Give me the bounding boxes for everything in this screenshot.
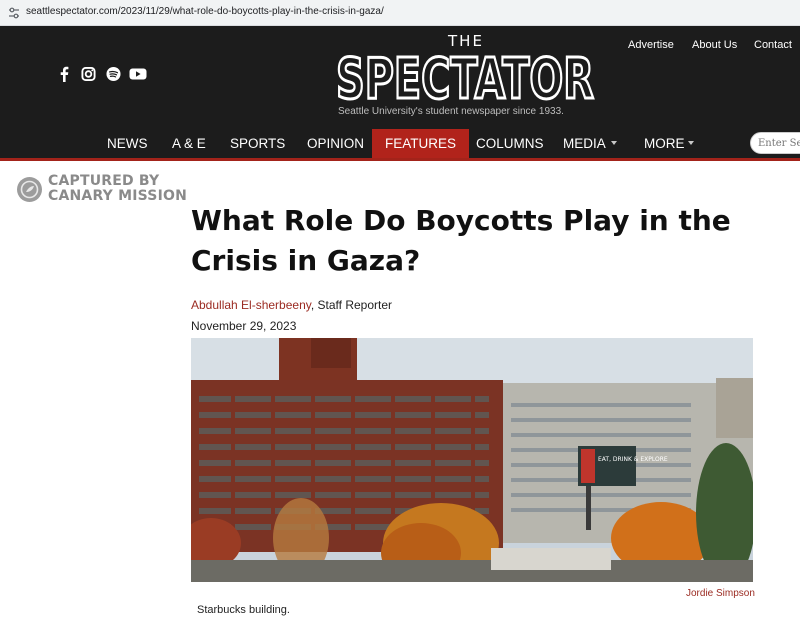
nav-opinion[interactable]: OPINION: [305, 129, 366, 158]
badge-line-2: CANARY MISSION: [48, 188, 187, 204]
canary-mission-logo-icon: [17, 177, 42, 202]
about-us-link[interactable]: About Us: [692, 39, 737, 51]
author-link[interactable]: Abdullah El-sherbeeny: [191, 298, 311, 312]
site-info-icon[interactable]: [7, 6, 21, 20]
billboard-text: EAT, DRINK & EXPLORE: [598, 456, 668, 463]
contact-link[interactable]: Contact: [754, 39, 792, 51]
article-title-line-1: What Role Do Boycotts Play in the: [191, 204, 731, 237]
nav-ae[interactable]: A & E: [170, 129, 208, 158]
advertise-link[interactable]: Advertise: [628, 39, 674, 51]
instagram-icon[interactable]: [81, 66, 96, 82]
nav-sports[interactable]: SPORTS: [228, 129, 287, 158]
nav-features[interactable]: FEATURES: [372, 129, 470, 158]
article-title: What Role Do Boycotts Play in the Crisis…: [191, 201, 781, 281]
nav-columns[interactable]: COLUMNS: [474, 129, 546, 158]
author-role: , Staff Reporter: [310, 298, 393, 312]
site-logo[interactable]: SPECTATOR: [330, 48, 600, 108]
photo-credit[interactable]: Jordie Simpson: [686, 588, 755, 599]
search-input[interactable]: [750, 132, 800, 154]
tagline: Seattle University's student newspaper s…: [338, 106, 564, 117]
article-title-line-2: Crisis in Gaza?: [191, 244, 421, 277]
more-chevron-down-icon[interactable]: [688, 141, 694, 145]
main-nav: NEWS A & E SPORTS OPINION FEATURES COLUM…: [0, 129, 800, 158]
youtube-icon[interactable]: [129, 66, 147, 82]
nav-news[interactable]: NEWS: [105, 129, 150, 158]
article-photo[interactable]: EAT, DRINK & EXPLORE: [191, 338, 753, 582]
byline: Abdullah El-sherbeeny, Staff Reporter: [191, 298, 392, 312]
logo-wordmark: SPECTATOR: [336, 48, 594, 108]
publish-date: November 29, 2023: [191, 319, 297, 333]
media-chevron-down-icon[interactable]: [611, 141, 617, 145]
badge-line-1: CAPTURED BY: [48, 173, 160, 189]
spotify-icon[interactable]: [106, 66, 121, 82]
facebook-icon[interactable]: [58, 66, 70, 82]
header-divider: [0, 158, 800, 161]
browser-address-bar[interactable]: seattlespectator.com/2023/11/29/what-rol…: [0, 0, 800, 26]
captured-badge: CAPTURED BY CANARY MISSION: [48, 174, 187, 204]
photo-caption: Starbucks building.: [197, 604, 290, 616]
url-text[interactable]: seattlespectator.com/2023/11/29/what-rol…: [26, 6, 384, 17]
nav-more[interactable]: MORE: [642, 129, 687, 158]
nav-media[interactable]: MEDIA: [561, 129, 608, 158]
